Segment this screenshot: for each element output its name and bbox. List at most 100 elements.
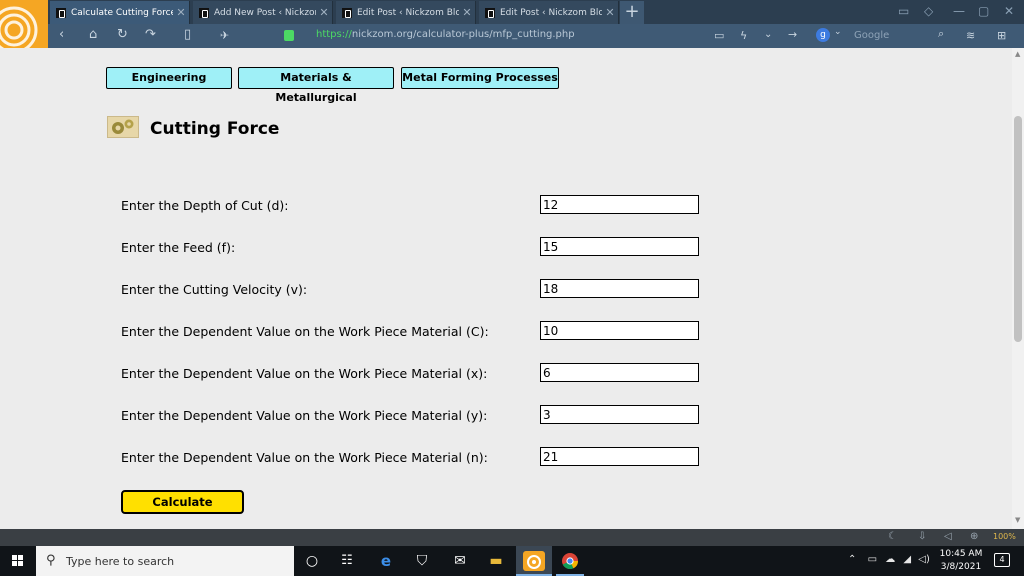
material-value-n-label: Enter the Dependent Value on the Work Pi… [121, 450, 488, 465]
tab-label: Calculate Cutting Force [71, 7, 173, 18]
rocket-icon[interactable]: ✈ [220, 29, 229, 42]
category-materials-button[interactable]: Materials & Metallurgical [238, 67, 394, 104]
secure-lock-icon [284, 30, 294, 41]
search-engine-placeholder: Google [854, 30, 890, 41]
skin-icon[interactable]: ◇ [924, 4, 933, 18]
tab-edit-post-2[interactable]: Edit Post ‹ Nickzom Blog ✕ [479, 1, 619, 24]
material-value-y-input[interactable] [540, 405, 699, 424]
show-hidden-icons-icon[interactable]: ⌃ [848, 554, 856, 565]
tab-favicon-icon [56, 7, 66, 18]
speaker-icon[interactable]: ◁) [918, 554, 930, 565]
material-value-x-label: Enter the Dependent Value on the Work Pi… [121, 366, 488, 381]
taskbar-search-placeholder: Type here to search [66, 555, 175, 568]
material-value-c-label: Enter the Dependent Value on the Work Pi… [121, 324, 489, 339]
forward-arrow-icon[interactable]: → [788, 28, 797, 41]
wifi-icon[interactable]: ≋ [966, 29, 975, 42]
material-value-y-label: Enter the Dependent Value on the Work Pi… [121, 408, 488, 423]
search-icon: ⚲ [46, 553, 56, 568]
night-mode-icon[interactable]: ☾ [888, 531, 897, 542]
search-engine-box[interactable]: g ⌄ Google ⌕ [812, 27, 956, 45]
zoom-level[interactable]: 100% [993, 532, 1016, 541]
network-icon[interactable]: ◢ [903, 554, 911, 565]
restore-tabs-icon[interactable]: ▭ [898, 4, 909, 18]
tab-add-new-post[interactable]: Add New Post ‹ Nickzom ✕ [193, 1, 333, 24]
calculate-button[interactable]: Calculate [121, 490, 244, 514]
tab-close-icon[interactable]: ✕ [602, 6, 618, 19]
home-icon[interactable]: ⌂ [89, 27, 97, 42]
category-engineering-button[interactable]: Engineering [106, 67, 232, 89]
reading-icon[interactable]: ▯ [184, 27, 191, 42]
book-icon[interactable]: ▭ [714, 29, 724, 42]
tab-edit-post-1[interactable]: Edit Post ‹ Nickzom Blog ✕ [336, 1, 476, 24]
zoom-icon[interactable]: ⊕ [970, 531, 978, 542]
windows-taskbar: ⚲ Type here to search ○ ☷ e ⛉ ✉ ▬ ⌃ ▭ ☁ … [0, 546, 1024, 576]
scroll-thumb[interactable] [1014, 116, 1022, 342]
tab-label: Edit Post ‹ Nickzom Blog [500, 7, 602, 18]
search-engine-icon[interactable]: g [816, 28, 830, 42]
material-value-n-input[interactable] [540, 447, 699, 466]
url-field[interactable]: https://nickzom.org/calculator-plus/mfp_… [316, 29, 575, 40]
edge-icon[interactable]: e [375, 551, 397, 571]
undo-icon[interactable]: ↷ [145, 27, 156, 42]
action-center-icon[interactable]: 4 [994, 553, 1010, 567]
search-icon[interactable]: ⌕ [938, 27, 944, 41]
tab-favicon-icon [342, 7, 352, 18]
tab-favicon-icon [485, 7, 495, 18]
tab-close-icon[interactable]: ✕ [173, 6, 189, 19]
new-tab-button[interactable]: + [620, 1, 644, 24]
browser-tab-strip: Calculate Cutting Force ✕ Add New Post ‹… [0, 0, 1024, 48]
browser-logo-icon[interactable] [0, 0, 48, 48]
category-metal-forming-button[interactable]: Metal Forming Processes [401, 67, 559, 89]
scroll-up-icon[interactable]: ▲ [1015, 50, 1020, 58]
page-scrollbar[interactable]: ▲ ▼ [1012, 48, 1024, 529]
tab-close-icon[interactable]: ✕ [316, 6, 332, 19]
page-content: Engineering Materials & Metallurgical Me… [0, 48, 1012, 529]
close-window-icon[interactable]: ✕ [1004, 4, 1014, 18]
notification-count: 4 [999, 555, 1005, 564]
maximize-icon[interactable]: ▢ [978, 4, 989, 18]
start-button[interactable] [0, 546, 36, 576]
file-explorer-icon[interactable]: ▬ [485, 551, 507, 571]
url-scheme: https:// [316, 29, 352, 40]
scroll-down-icon[interactable]: ▼ [1015, 516, 1020, 524]
page-title: Cutting Force [150, 119, 280, 139]
tab-close-icon[interactable]: ✕ [459, 6, 475, 19]
minimize-icon[interactable]: — [953, 4, 965, 18]
mail-icon[interactable]: ✉ [449, 551, 471, 571]
engine-chevron-icon[interactable]: ⌄ [834, 27, 842, 37]
cutting-velocity-label: Enter the Cutting Velocity (v): [121, 282, 308, 297]
lightning-icon[interactable]: ϟ [740, 29, 747, 42]
browser-status-bar: ☾ ⇩ ◁ ⊕ 100% [0, 529, 1024, 546]
taskbar-search-box[interactable]: ⚲ Type here to search [36, 546, 294, 576]
back-icon[interactable]: ‹ [59, 27, 64, 42]
reload-icon[interactable]: ↻ [117, 27, 128, 42]
grid-menu-icon[interactable]: ⊞ [997, 29, 1006, 42]
battery-icon[interactable]: ▭ [868, 554, 877, 565]
depth-of-cut-input[interactable] [540, 195, 699, 214]
task-manager-icon[interactable]: ☷ [336, 551, 358, 571]
gears-icon [107, 116, 139, 138]
url-path: nickzom.org/calculator-plus/mfp_cutting.… [351, 29, 575, 40]
volume-icon[interactable]: ◁ [944, 531, 952, 542]
material-value-c-input[interactable] [540, 321, 699, 340]
windows-logo-icon [12, 555, 24, 567]
tab-calculate-cutting-force[interactable]: Calculate Cutting Force ✕ [50, 1, 190, 24]
feed-label: Enter the Feed (f): [121, 240, 236, 255]
chrome-icon[interactable] [559, 551, 581, 571]
tab-favicon-icon [199, 7, 209, 18]
material-value-x-input[interactable] [540, 363, 699, 382]
dropdown-chevron-icon[interactable]: ⌄ [764, 29, 772, 40]
cutting-velocity-input[interactable] [540, 279, 699, 298]
clock-time[interactable]: 10:45 AM [934, 549, 988, 559]
system-tray: ⌃ ▭ ☁ ◢ ◁) [848, 554, 930, 565]
feed-input[interactable] [540, 237, 699, 256]
task-view-icon[interactable]: ○ [301, 551, 323, 571]
uc-browser-icon[interactable] [523, 551, 545, 571]
tab-label: Edit Post ‹ Nickzom Blog [357, 7, 459, 18]
clock-date[interactable]: 3/8/2021 [934, 562, 988, 572]
tab-label: Add New Post ‹ Nickzom [214, 7, 316, 18]
store-icon[interactable]: ⛉ [411, 551, 433, 571]
download-icon[interactable]: ⇩ [918, 531, 926, 542]
onedrive-icon[interactable]: ☁ [885, 554, 895, 565]
address-toolbar: ‹ ⌂ ↻ ↷ ▯ ✈ https://nickzom.org/calculat… [48, 24, 1024, 48]
